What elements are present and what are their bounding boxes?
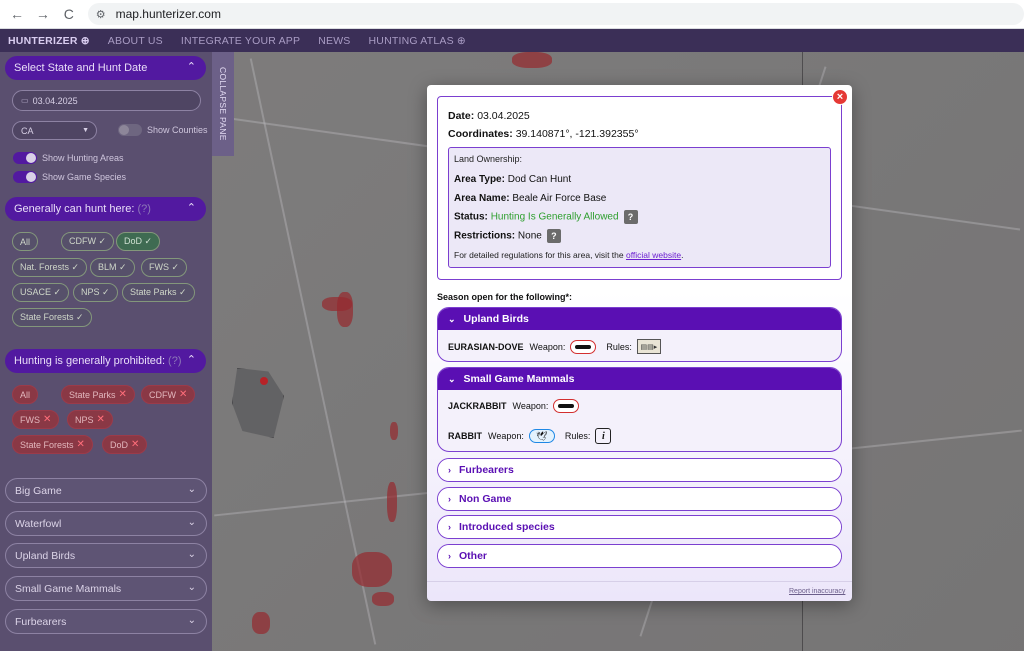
chip-nps[interactable]: NPS ✓ bbox=[73, 283, 118, 302]
chevron-right-icon: › bbox=[448, 522, 451, 532]
nav-integrate[interactable]: INTEGRATE YOUR APP bbox=[181, 35, 300, 47]
close-icon[interactable]: × bbox=[832, 89, 848, 105]
accordion-big-game[interactable]: Big Game ⌄ bbox=[5, 478, 207, 503]
chip-cdfw[interactable]: CDFW ✓ bbox=[61, 232, 115, 251]
status-line: Status: Hunting Is Generally Allowed? bbox=[454, 210, 638, 224]
chevron-down-icon: ⌄ bbox=[448, 373, 456, 384]
state-select[interactable]: CA ▼ bbox=[12, 121, 97, 140]
show-counties-toggle-row[interactable]: Show Counties bbox=[118, 124, 208, 136]
accordion-upland-birds[interactable]: Upland Birds ⌄ bbox=[5, 543, 207, 568]
site-nav: HUNTERIZER ⊕ ABOUT US INTEGRATE YOUR APP… bbox=[0, 29, 1024, 52]
category-upland-birds-header[interactable]: ⌄ Upland Birds bbox=[438, 308, 841, 330]
remove-icon[interactable]: ✕ bbox=[119, 389, 127, 400]
can-hunt-header[interactable]: Generally can hunt here: (?) ⌃ bbox=[5, 197, 206, 221]
category-small-game-header[interactable]: ⌄ Small Game Mammals bbox=[438, 368, 841, 390]
shotgun-weapon-icon[interactable] bbox=[553, 399, 580, 413]
coordinates-line: Coordinates: 39.140871°, -121.392355° bbox=[448, 128, 639, 140]
area-name-line: Area Name: Beale Air Force Base bbox=[454, 193, 607, 204]
back-icon[interactable]: ← bbox=[6, 3, 28, 25]
chevron-up-icon: ⌃ bbox=[186, 354, 196, 366]
species-row-rabbit: RABBIT Weapon: 🕊 Rules: i bbox=[448, 428, 612, 444]
chevron-right-icon: › bbox=[448, 494, 451, 504]
show-game-species-row[interactable]: Show Game Species bbox=[13, 171, 126, 183]
show-game-species-toggle[interactable] bbox=[13, 171, 37, 183]
category-other[interactable]: › Other bbox=[437, 544, 842, 568]
date-line: Date: 03.04.2025 bbox=[448, 110, 530, 122]
calendar-icon: ▭ bbox=[21, 96, 29, 105]
prohibited-header[interactable]: Hunting is generally prohibited: (?) ⌃ bbox=[5, 349, 206, 373]
chip-prohibited-dod[interactable]: DoD ✕ bbox=[102, 435, 148, 454]
brand-link[interactable]: HUNTERIZER ⊕ bbox=[8, 35, 90, 47]
accordion-small-game-mammals[interactable]: Small Game Mammals ⌄ bbox=[5, 576, 207, 601]
chip-blm[interactable]: BLM ✓ bbox=[90, 258, 135, 277]
chip-state-parks[interactable]: State Parks ✓ bbox=[122, 283, 195, 302]
category-furbearers[interactable]: › Furbearers bbox=[437, 458, 842, 482]
category-introduced-species[interactable]: › Introduced species bbox=[437, 515, 842, 539]
chip-prohibited-cdfw[interactable]: CDFW ✕ bbox=[141, 385, 196, 404]
show-hunting-areas-toggle[interactable] bbox=[13, 152, 37, 164]
restrictions-help-icon[interactable]: ? bbox=[546, 229, 561, 243]
falconry-weapon-icon[interactable]: 🕊 bbox=[528, 429, 555, 443]
chip-prohibited-fws[interactable]: FWS ✕ bbox=[12, 410, 60, 429]
show-counties-toggle[interactable] bbox=[118, 124, 142, 136]
chevron-down-icon: ⌄ bbox=[187, 484, 196, 495]
select-state-date-header[interactable]: Select State and Hunt Date ⌃ bbox=[5, 56, 206, 80]
chevron-up-icon: ⌃ bbox=[186, 61, 196, 73]
chip-all[interactable]: All bbox=[12, 232, 39, 251]
forward-icon[interactable]: → bbox=[32, 3, 54, 25]
chip-usace[interactable]: USACE ✓ bbox=[12, 283, 70, 302]
chip-prohibited-state-parks[interactable]: State Parks ✕ bbox=[61, 385, 135, 404]
chip-dod[interactable]: DoD ✓ bbox=[116, 232, 161, 251]
site-info-icon[interactable]: ⚙ bbox=[96, 8, 106, 21]
status-value: Hunting Is Generally Allowed bbox=[490, 211, 619, 223]
official-website-link[interactable]: official website bbox=[626, 250, 681, 260]
species-row-eurasian-dove: EURASIAN-DOVE Weapon: Rules: ▤▤▸ bbox=[448, 339, 661, 354]
chip-nat-forests[interactable]: Nat. Forests ✓ bbox=[12, 258, 88, 277]
nav-about-us[interactable]: ABOUT US bbox=[108, 35, 163, 47]
hunt-date-input[interactable]: ▭ 03.04.2025 bbox=[12, 90, 201, 111]
rules-document-icon[interactable]: ▤▤▸ bbox=[636, 339, 661, 354]
address-bar[interactable]: ⚙ map.hunterizer.com bbox=[87, 3, 1024, 25]
remove-icon[interactable]: ✕ bbox=[43, 414, 51, 425]
remove-icon[interactable]: ✕ bbox=[131, 439, 139, 450]
status-help-icon[interactable]: ? bbox=[623, 210, 638, 224]
browser-toolbar: ← → C ⚙ map.hunterizer.com bbox=[0, 0, 1024, 29]
chevron-up-icon: ⌃ bbox=[186, 202, 196, 214]
category-non-game[interactable]: › Non Game bbox=[437, 487, 842, 511]
season-open-label: Season open for the following*: bbox=[437, 292, 572, 302]
chevron-right-icon: › bbox=[448, 465, 451, 475]
show-hunting-areas-row[interactable]: Show Hunting Areas bbox=[13, 152, 124, 164]
chevron-down-icon: ⌄ bbox=[187, 615, 196, 626]
info-icon[interactable]: i bbox=[595, 428, 612, 444]
chevron-down-icon: ⌄ bbox=[187, 517, 196, 528]
regulations-note: For detailed regulations for this area, … bbox=[454, 250, 684, 260]
chevron-down-icon: ⌄ bbox=[187, 549, 196, 560]
remove-icon[interactable]: ✕ bbox=[97, 414, 105, 425]
collapse-pane-tab[interactable]: COLLAPSE PANE bbox=[212, 52, 234, 156]
chevron-right-icon: › bbox=[448, 551, 451, 561]
chip-prohibited-nps[interactable]: NPS ✕ bbox=[67, 410, 113, 429]
reload-icon[interactable]: C bbox=[58, 3, 80, 25]
accordion-waterfowl[interactable]: Waterfowl ⌄ bbox=[5, 511, 207, 536]
shotgun-weapon-icon[interactable] bbox=[570, 339, 597, 354]
chevron-down-icon: ▼ bbox=[82, 127, 89, 134]
restrictions-line: Restrictions: None? bbox=[454, 229, 561, 243]
chevron-down-icon: ⌄ bbox=[187, 582, 196, 593]
remove-icon[interactable]: ✕ bbox=[179, 389, 187, 400]
area-type-line: Area Type: Dod Can Hunt bbox=[454, 174, 572, 185]
chip-state-forests[interactable]: State Forests ✓ bbox=[12, 308, 92, 327]
chevron-down-icon: ⌄ bbox=[448, 313, 456, 324]
url-text: map.hunterizer.com bbox=[115, 7, 221, 21]
chip-prohibited-all[interactable]: All bbox=[12, 385, 39, 404]
chip-prohibited-state-forests[interactable]: State Forests ✕ bbox=[12, 435, 93, 454]
report-inaccuracy-link[interactable]: Report inaccuracy bbox=[789, 588, 845, 595]
land-ownership-title: Land Ownership: bbox=[454, 154, 523, 164]
species-row-jackrabbit: JACKRABBIT Weapon: bbox=[448, 399, 589, 413]
nav-hunting-atlas[interactable]: HUNTING ATLAS ⊕ bbox=[369, 35, 466, 47]
accordion-furbearers[interactable]: Furbearers ⌄ bbox=[5, 609, 207, 634]
chip-fws[interactable]: FWS ✓ bbox=[141, 258, 188, 277]
remove-icon[interactable]: ✕ bbox=[77, 439, 85, 450]
nav-news[interactable]: NEWS bbox=[318, 35, 350, 47]
